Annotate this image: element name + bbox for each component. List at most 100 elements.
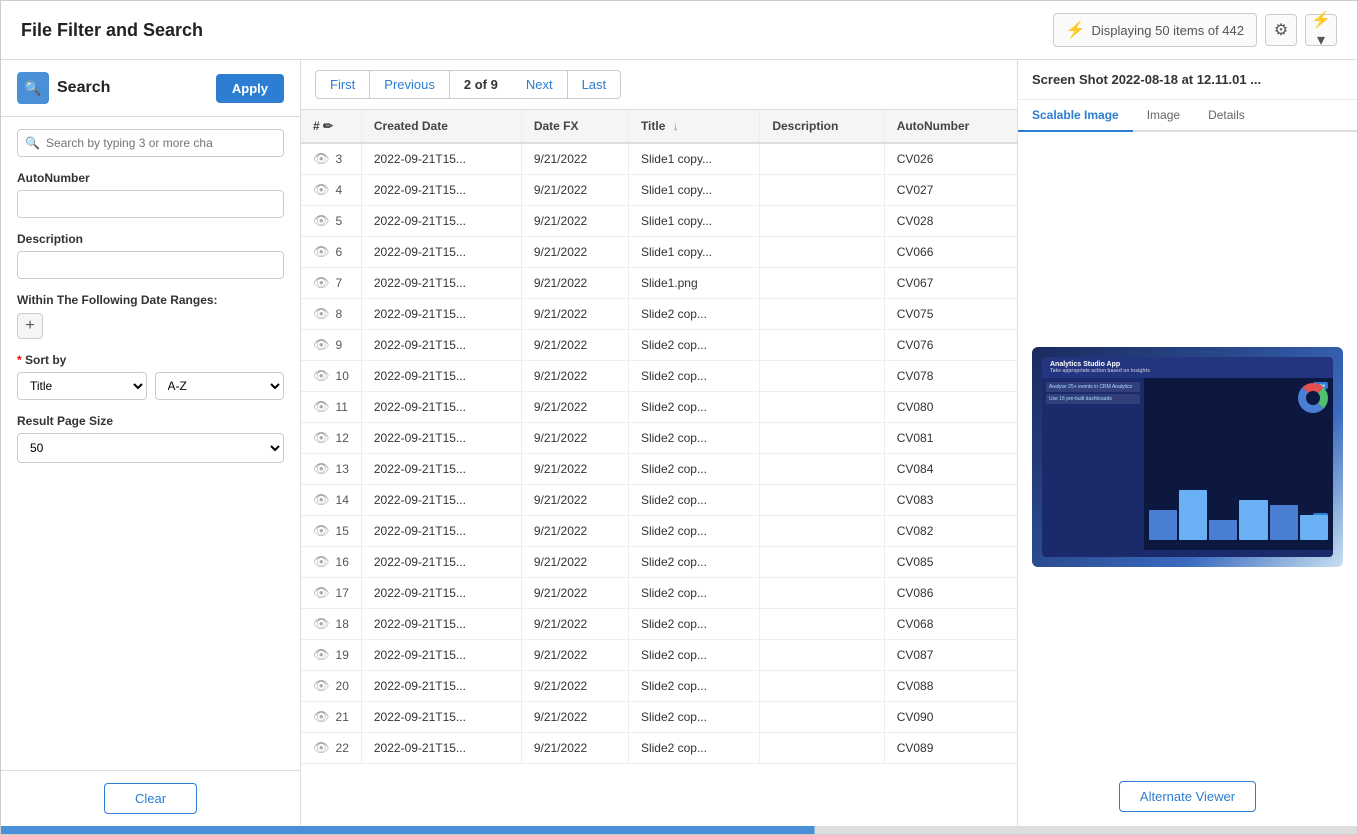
eye-icon[interactable]: 👁 — [313, 244, 330, 260]
row-date-fx: 9/21/2022 — [521, 143, 628, 175]
mock-app-subtitle: Take appropriate action based on insight… — [1050, 368, 1325, 374]
eye-icon[interactable]: 👁 — [313, 151, 330, 167]
row-title: Slide2 cop... — [628, 609, 759, 640]
tab-details[interactable]: Details — [1194, 100, 1259, 132]
row-created-date: 2022-09-21T15... — [361, 702, 521, 733]
table-row[interactable]: 👁 5 2022-09-21T15... 9/21/2022 Slide1 co… — [301, 206, 1017, 237]
eye-icon[interactable]: 👁 — [313, 709, 330, 725]
eye-icon[interactable]: 👁 — [313, 461, 330, 477]
lightning-button[interactable]: ⚡ ▾ — [1305, 14, 1337, 46]
settings-button[interactable]: ⚙ — [1265, 14, 1297, 46]
eye-icon[interactable]: 👁 — [313, 523, 330, 539]
col-description[interactable]: Description — [760, 110, 884, 143]
eye-icon[interactable]: 👁 — [313, 337, 330, 353]
row-auto-number: CV083 — [884, 485, 1017, 516]
eye-icon[interactable]: 👁 — [313, 678, 330, 694]
eye-icon[interactable]: 👁 — [313, 430, 330, 446]
alternate-viewer-button[interactable]: Alternate Viewer — [1119, 781, 1256, 812]
table-row[interactable]: 👁 16 2022-09-21T15... 9/21/2022 Slide2 c… — [301, 547, 1017, 578]
row-description — [760, 143, 884, 175]
row-created-date: 2022-09-21T15... — [361, 733, 521, 764]
row-num-cell: 👁 18 — [301, 609, 361, 640]
previous-button[interactable]: Previous — [370, 70, 450, 99]
table-row[interactable]: 👁 13 2022-09-21T15... 9/21/2022 Slide2 c… — [301, 454, 1017, 485]
row-description — [760, 330, 884, 361]
last-button[interactable]: Last — [568, 70, 622, 99]
description-input[interactable] — [17, 251, 284, 279]
row-num-cell: 👁 16 — [301, 547, 361, 578]
date-range-label: Within The Following Date Ranges: — [17, 293, 284, 307]
eye-icon[interactable]: 👁 — [313, 306, 330, 322]
table-row[interactable]: 👁 3 2022-09-21T15... 9/21/2022 Slide1 co… — [301, 143, 1017, 175]
table-row[interactable]: 👁 9 2022-09-21T15... 9/21/2022 Slide2 co… — [301, 330, 1017, 361]
table-row[interactable]: 👁 10 2022-09-21T15... 9/21/2022 Slide2 c… — [301, 361, 1017, 392]
row-auto-number: CV081 — [884, 423, 1017, 454]
eye-icon[interactable]: 👁 — [313, 368, 330, 384]
row-num-cell: 👁 17 — [301, 578, 361, 609]
eye-icon[interactable]: 👁 — [313, 585, 330, 601]
eye-icon[interactable]: 👁 — [313, 740, 330, 756]
row-date-fx: 9/21/2022 — [521, 702, 628, 733]
col-auto-number[interactable]: AutoNumber — [884, 110, 1017, 143]
tab-scalable-image[interactable]: Scalable Image — [1018, 100, 1133, 132]
search-input[interactable] — [17, 129, 284, 157]
eye-icon[interactable]: 👁 — [313, 182, 330, 198]
row-title: Slide2 cop... — [628, 702, 759, 733]
row-number: 5 — [336, 214, 343, 228]
table-row[interactable]: 👁 22 2022-09-21T15... 9/21/2022 Slide2 c… — [301, 733, 1017, 764]
row-description — [760, 485, 884, 516]
row-number: 13 — [336, 462, 349, 476]
apply-button[interactable]: Apply — [216, 74, 284, 103]
search-icon-box: 🔍 — [17, 72, 49, 104]
tab-image[interactable]: Image — [1133, 100, 1194, 132]
page-size-select[interactable]: 50 25 100 — [17, 433, 284, 463]
add-date-range-button[interactable]: + — [17, 313, 43, 339]
table-row[interactable]: 👁 7 2022-09-21T15... 9/21/2022 Slide1.pn… — [301, 268, 1017, 299]
row-auto-number: CV088 — [884, 671, 1017, 702]
table-row[interactable]: 👁 6 2022-09-21T15... 9/21/2022 Slide1 co… — [301, 237, 1017, 268]
row-auto-number: CV086 — [884, 578, 1017, 609]
clear-button[interactable]: Clear — [104, 783, 197, 814]
description-label: Description — [17, 232, 284, 246]
row-auto-number: CV080 — [884, 392, 1017, 423]
col-date-fx[interactable]: Date FX — [521, 110, 628, 143]
eye-icon[interactable]: 👁 — [313, 399, 330, 415]
col-created-date[interactable]: Created Date — [361, 110, 521, 143]
table-row[interactable]: 👁 12 2022-09-21T15... 9/21/2022 Slide2 c… — [301, 423, 1017, 454]
table-row[interactable]: 👁 15 2022-09-21T15... 9/21/2022 Slide2 c… — [301, 516, 1017, 547]
table-row[interactable]: 👁 17 2022-09-21T15... 9/21/2022 Slide2 c… — [301, 578, 1017, 609]
results-table: # ✏ Created Date Date FX Title ↓ Descrip… — [301, 110, 1017, 764]
eye-icon[interactable]: 👁 — [313, 647, 330, 663]
eye-icon[interactable]: 👁 — [313, 554, 330, 570]
col-title[interactable]: Title ↓ — [628, 110, 759, 143]
sort-field-select[interactable]: Title Date FX Created Date AutoNumber — [17, 372, 147, 400]
row-auto-number: CV075 — [884, 299, 1017, 330]
first-button[interactable]: First — [315, 70, 370, 99]
table-row[interactable]: 👁 20 2022-09-21T15... 9/21/2022 Slide2 c… — [301, 671, 1017, 702]
search-label: Search — [57, 79, 208, 97]
row-title: Slide2 cop... — [628, 516, 759, 547]
main-body: 🔍 Search Apply 🔍 AutoNumber Description — [1, 60, 1357, 826]
eye-icon[interactable]: 👁 — [313, 492, 330, 508]
sort-direction-select[interactable]: A-Z Z-A — [155, 372, 285, 400]
table-row[interactable]: 👁 14 2022-09-21T15... 9/21/2022 Slide2 c… — [301, 485, 1017, 516]
mock-app-main: NEW NEW — [1144, 378, 1333, 550]
table-row[interactable]: 👁 21 2022-09-21T15... 9/21/2022 Slide2 c… — [301, 702, 1017, 733]
search-mini-icon: 🔍 — [25, 136, 40, 150]
table-row[interactable]: 👁 8 2022-09-21T15... 9/21/2022 Slide2 co… — [301, 299, 1017, 330]
table-row[interactable]: 👁 18 2022-09-21T15... 9/21/2022 Slide2 c… — [301, 609, 1017, 640]
row-created-date: 2022-09-21T15... — [361, 423, 521, 454]
auto-number-input[interactable] — [17, 190, 284, 218]
table-row[interactable]: 👁 4 2022-09-21T15... 9/21/2022 Slide1 co… — [301, 175, 1017, 206]
next-button[interactable]: Next — [512, 70, 568, 99]
page-size-label: Result Page Size — [17, 414, 284, 428]
eye-icon[interactable]: 👁 — [313, 275, 330, 291]
eye-icon[interactable]: 👁 — [313, 213, 330, 229]
row-num-cell: 👁 11 — [301, 392, 361, 423]
eye-icon[interactable]: 👁 — [313, 616, 330, 632]
table-row[interactable]: 👁 19 2022-09-21T15... 9/21/2022 Slide2 c… — [301, 640, 1017, 671]
table-row[interactable]: 👁 11 2022-09-21T15... 9/21/2022 Slide2 c… — [301, 392, 1017, 423]
mock-app-header: Analytics Studio App Take appropriate ac… — [1042, 357, 1333, 378]
row-num-cell: 👁 5 — [301, 206, 361, 237]
content-area: First Previous 2 of 9 Next Last # ✏ Crea… — [301, 60, 1017, 826]
